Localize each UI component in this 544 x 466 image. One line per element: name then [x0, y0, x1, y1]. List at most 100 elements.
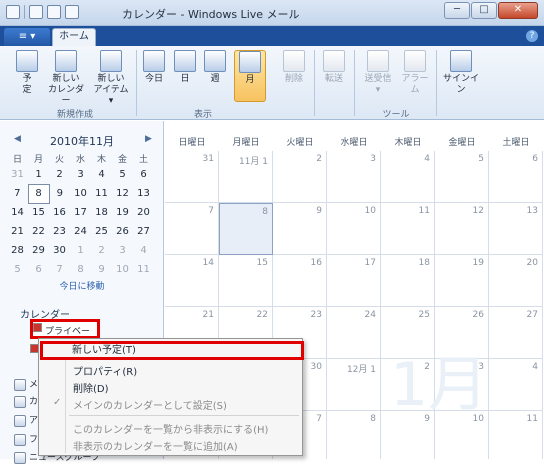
month-day-cell[interactable]: 31	[165, 151, 219, 203]
mini-calendar-day[interactable]: 17	[70, 203, 91, 222]
mini-calendar-day[interactable]: 20	[133, 203, 154, 222]
forward-button[interactable]: 転送	[320, 50, 348, 85]
mini-calendar-day[interactable]: 13	[133, 184, 154, 203]
mini-calendar-day[interactable]: 7	[49, 260, 70, 279]
alarm-button[interactable]: アラーム	[398, 50, 432, 96]
mini-calendar-day[interactable]: 11	[91, 184, 112, 203]
month-day-cell[interactable]: 27	[489, 307, 543, 359]
mini-calendar-day[interactable]: 9	[91, 260, 112, 279]
mini-calendar-day[interactable]: 18	[91, 203, 112, 222]
go-to-today-link[interactable]: 今日に移動	[0, 279, 164, 292]
menu-item-properties[interactable]: プロパティ(R)	[73, 363, 137, 378]
mini-calendar-day[interactable]: 10	[70, 184, 91, 203]
month-view-button[interactable]: 月	[234, 50, 266, 102]
menu-item-new-event[interactable]: 新しい予定(T)	[40, 341, 304, 360]
mini-calendar-day[interactable]: 10	[112, 260, 133, 279]
maximize-button[interactable]: □	[471, 2, 497, 19]
month-day-cell[interactable]: 9	[273, 203, 327, 255]
mini-calendar-day[interactable]: 4	[133, 241, 154, 260]
month-day-cell[interactable]: 3	[327, 151, 381, 203]
month-day-cell[interactable]: 12月 1	[327, 359, 381, 411]
send-receive-button[interactable]: 送受信 ▾	[360, 50, 396, 96]
signin-button[interactable]: サインイン	[440, 50, 482, 96]
reply-icon[interactable]	[47, 5, 61, 19]
help-icon[interactable]: ?	[526, 30, 538, 42]
send-receive-icon[interactable]	[65, 5, 79, 19]
month-day-cell[interactable]: 14	[165, 255, 219, 307]
mini-calendar-day[interactable]: 6	[28, 260, 49, 279]
mini-calendar-day[interactable]: 15	[28, 203, 49, 222]
mini-calendar-day[interactable]: 1	[28, 165, 49, 184]
mini-calendar-day[interactable]: 30	[49, 241, 70, 260]
menu-item-set-primary[interactable]: メインのカレンダーとして設定(S)	[73, 397, 227, 412]
minimize-button[interactable]: ─	[444, 2, 470, 19]
mini-calendar-day[interactable]: 25	[91, 222, 112, 241]
menu-item-delete[interactable]: 削除(D)	[73, 380, 109, 395]
mini-calendar-day[interactable]: 8	[70, 260, 91, 279]
month-day-cell[interactable]: 11	[381, 203, 435, 255]
mini-calendar-day[interactable]: 3	[70, 165, 91, 184]
mini-calendar-day[interactable]: 5	[112, 165, 133, 184]
mini-calendar-day[interactable]: 23	[49, 222, 70, 241]
app-icon[interactable]	[6, 5, 20, 19]
month-day-cell[interactable]: 4	[381, 151, 435, 203]
mini-calendar-day[interactable]: 14	[7, 203, 28, 222]
month-day-cell[interactable]: 19	[435, 255, 489, 307]
mini-calendar-day[interactable]: 1	[70, 241, 91, 260]
month-day-cell-today[interactable]: 8	[219, 203, 273, 255]
day-view-button[interactable]: 日	[172, 50, 198, 85]
menu-item-hide-calendar[interactable]: このカレンダーを一覧から非表示にする(H)	[73, 421, 268, 436]
today-button[interactable]: 今日	[140, 50, 168, 85]
mini-calendar-day[interactable]: 31	[7, 165, 28, 184]
month-day-cell[interactable]: 18	[381, 255, 435, 307]
month-day-cell[interactable]: 16	[273, 255, 327, 307]
mini-calendar-day[interactable]: 28	[7, 241, 28, 260]
month-day-cell[interactable]: 6	[489, 151, 543, 203]
mini-calendar-day[interactable]: 5	[7, 260, 28, 279]
month-day-cell[interactable]: 11月 1	[219, 151, 273, 203]
month-day-cell[interactable]: 20	[489, 255, 543, 307]
month-day-cell[interactable]: 2	[273, 151, 327, 203]
mini-calendar-day[interactable]: 2	[91, 241, 112, 260]
month-day-cell[interactable]: 11	[489, 411, 543, 459]
mini-calendar-day[interactable]: 3	[112, 241, 133, 260]
tab-home[interactable]: ホーム	[52, 28, 96, 46]
mini-calendar-day[interactable]: 27	[133, 222, 154, 241]
month-day-cell[interactable]: 13	[489, 203, 543, 255]
mini-calendar-day[interactable]: 21	[7, 222, 28, 241]
mini-calendar-day[interactable]: 9	[49, 184, 70, 203]
month-day-cell[interactable]: 8	[327, 411, 381, 459]
file-menu-button[interactable]: ≡ ▾	[4, 28, 50, 46]
month-day-cell[interactable]: 15	[219, 255, 273, 307]
close-button[interactable]: ✕	[498, 2, 538, 19]
next-month-button[interactable]: ▶	[145, 134, 152, 144]
week-view-button[interactable]: 週	[202, 50, 228, 85]
mini-calendar-day[interactable]: 26	[112, 222, 133, 241]
mini-calendar-day[interactable]: 4	[91, 165, 112, 184]
new-icon[interactable]	[29, 5, 43, 19]
mini-calendar-day[interactable]: 16	[49, 203, 70, 222]
mini-calendar-day[interactable]: 7	[7, 184, 28, 203]
menu-item-add-hidden[interactable]: 非表示のカレンダーを一覧に追加(A)	[73, 438, 238, 453]
month-day-cell[interactable]: 24	[327, 307, 381, 359]
calendar-checkbox[interactable]	[33, 323, 42, 332]
delete-button[interactable]: 削除	[280, 50, 308, 85]
new-calendar-button[interactable]: 新しい カレンダー	[44, 50, 88, 107]
mini-calendar-day[interactable]: 19	[112, 203, 133, 222]
month-day-cell[interactable]: 10	[327, 203, 381, 255]
mini-calendar-day[interactable]: 6	[133, 165, 154, 184]
mini-calendar-today[interactable]: 8	[27, 183, 50, 204]
calendar-item-private[interactable]: プライベート	[30, 319, 100, 350]
mini-calendar-day[interactable]: 2	[49, 165, 70, 184]
month-day-cell[interactable]: 7	[165, 203, 219, 255]
month-day-cell[interactable]: 4	[489, 359, 543, 411]
mini-calendar-day[interactable]: 22	[28, 222, 49, 241]
mini-calendar-day[interactable]: 29	[28, 241, 49, 260]
nav-item-mail[interactable]: メ	[14, 377, 38, 393]
month-day-cell[interactable]: 17	[327, 255, 381, 307]
month-day-cell[interactable]: 5	[435, 151, 489, 203]
mini-calendar-day[interactable]: 24	[70, 222, 91, 241]
new-event-button[interactable]: 予 定	[14, 50, 40, 96]
new-item-button[interactable]: 新しい アイテム ▾	[90, 50, 132, 107]
month-day-cell[interactable]: 12	[435, 203, 489, 255]
